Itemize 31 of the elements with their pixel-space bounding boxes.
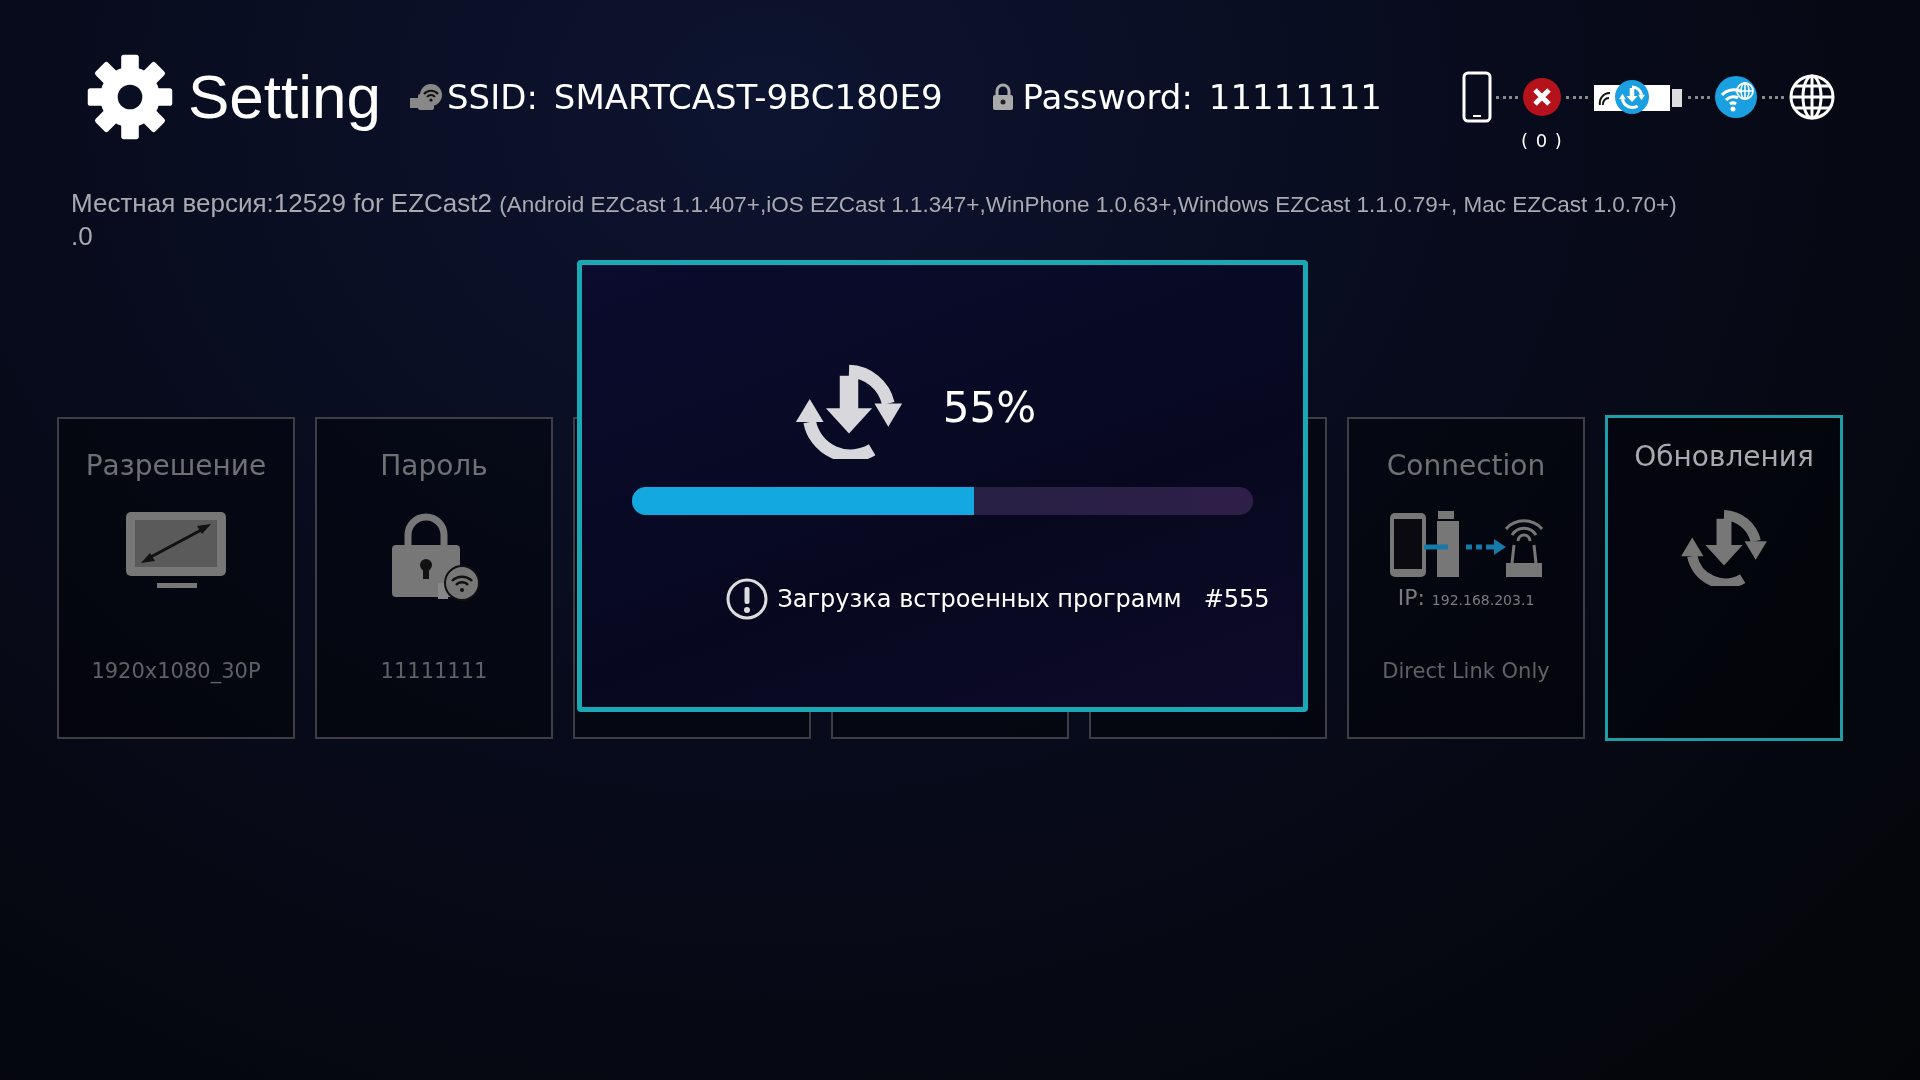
card-value: 11111111 [379, 657, 489, 685]
monitor-icon [125, 511, 227, 591]
settings-icon [86, 53, 174, 141]
dongle-sync-icon [1591, 79, 1684, 115]
update-code: #555 [1203, 584, 1270, 615]
warning-icon [725, 577, 770, 621]
wifi-globe-icon [1713, 75, 1758, 119]
version-text: Местная версия:12529 for EZCast2 (Android EZCast 1.1.407+,iOS EZCast 1.1.347+,WinPhone 1.0.63+,Windows EZCast 1.1.0.79+, Mac EZCast 1.0.70+) .0 [70, 187, 1678, 249]
card-title: Обновления [1633, 439, 1815, 475]
display-card[interactable]: Разрешение 1920x1080_30P [57, 417, 295, 739]
ip-address: IP: 192.168.203.1 [1396, 584, 1536, 612]
lock-icon [990, 83, 1015, 111]
wifi-dongle-icon [409, 82, 444, 112]
card-value: Direct Link Only [1381, 657, 1551, 685]
ssid-value: SMARTCAST-9BC180E9 [553, 80, 943, 114]
phone-icon [1461, 71, 1492, 123]
connection-card[interactable]: Connection IP: 192.168.203.1 Direct Link Only [1347, 417, 1585, 739]
password-label: Password: [1022, 80, 1193, 114]
globe-icon [1787, 73, 1836, 121]
status-message: Загрузка встроенных программ [777, 584, 1182, 615]
card-title: Разрешение [84, 448, 268, 484]
card-value: 1920x1080_30P [90, 657, 262, 686]
client-count: ( 0 ) [1520, 129, 1563, 153]
password-value: 11111111 [1208, 80, 1382, 114]
progress-percent: 55% [942, 381, 1037, 434]
card-title: Connection [1385, 448, 1547, 484]
update-card[interactable]: Обновления [1605, 415, 1843, 741]
phone-dongle-router-icon [1388, 511, 1544, 579]
ssid-label: SSID: [447, 80, 538, 114]
card-title: Пароль [379, 448, 489, 484]
lock-card[interactable]: Пароль 11111111 [315, 417, 553, 739]
